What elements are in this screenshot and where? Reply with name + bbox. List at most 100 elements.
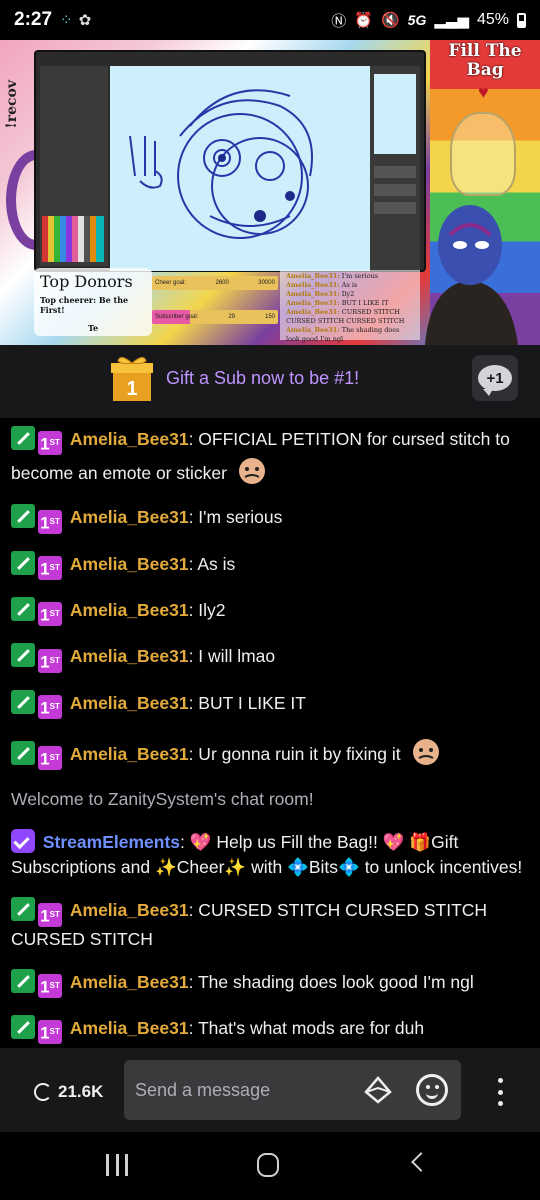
gift-sub-text[interactable]: Gift a Sub now to be #1! <box>166 368 359 389</box>
sword-badge-icon[interactable] <box>11 689 35 714</box>
emote-picker-icon[interactable] <box>416 1074 448 1106</box>
sword-badge-icon[interactable] <box>11 426 35 450</box>
overlay-line: Amelia_Bee31: As is <box>286 281 358 289</box>
message-box[interactable] <box>124 1060 461 1120</box>
gift-sub-banner[interactable]: 1 Gift a Sub now to be #1! +1 <box>0 345 540 418</box>
color-palette <box>42 216 104 262</box>
stream-video[interactable]: !recov Fill The Bag ♥ Top Donors Top che… <box>0 40 540 345</box>
verified-bot-badge-icon[interactable] <box>11 829 35 854</box>
sword-badge-icon[interactable] <box>11 597 35 622</box>
goal-label: Subscriber goal: <box>155 314 199 320</box>
gift-box-icon: 1 <box>111 357 153 401</box>
first-badge-icon[interactable]: 1ST <box>38 746 62 771</box>
first-badge-icon[interactable]: 1ST <box>38 648 62 673</box>
chat-input-bar: 21.6K <box>0 1048 540 1132</box>
first-badge-icon[interactable]: 1ST <box>38 431 62 456</box>
more-options-icon[interactable] <box>494 1078 506 1106</box>
first-badge-icon[interactable]: 1ST <box>38 602 62 627</box>
chat-username[interactable]: Amelia_Bee31 <box>70 1018 189 1038</box>
side-text: !recov <box>4 80 20 129</box>
chat-message-bot[interactable]: StreamElements: 💖 Help us Fill the Bag!!… <box>11 829 529 880</box>
bot-text-part3: to unlock incentives! <box>359 857 523 878</box>
chat-username[interactable]: Amelia_Bee31 <box>70 429 189 449</box>
viewer-count-text: 21.6K <box>58 1082 104 1101</box>
chat-welcome-message: Welcome to ZanitySystem's chat room! <box>11 789 314 810</box>
bag-icon <box>450 112 516 196</box>
sword-badge-icon[interactable] <box>11 897 35 922</box>
goal-target: 30000 <box>258 280 275 286</box>
bald-face-emote-icon[interactable] <box>410 736 442 768</box>
sword-badge-icon[interactable] <box>11 741 35 766</box>
chat-message[interactable]: 1ST Amelia_Bee31: I'm serious <box>11 504 529 534</box>
bits-icon[interactable] <box>364 1076 392 1104</box>
chat-message[interactable]: 1ST Amelia_Bee31: Ur gonna ruin it by fi… <box>11 736 529 771</box>
first-badge-icon[interactable]: 1ST <box>38 556 62 581</box>
gift-rank: 1 <box>126 378 137 400</box>
sword-badge-icon[interactable] <box>11 1015 35 1040</box>
chat-username[interactable]: Amelia_Bee31 <box>70 900 189 920</box>
layer-row <box>374 166 416 178</box>
sword-badge-icon[interactable] <box>11 504 35 529</box>
chat-message[interactable]: 1ST Amelia_Bee31: That's what mods are f… <box>11 1015 529 1045</box>
layer-thumbnail <box>374 74 416 154</box>
first-badge-icon[interactable]: 1ST <box>38 902 62 927</box>
chat-message[interactable]: 1ST Amelia_Bee31: Ily2 <box>11 597 529 627</box>
chat-text: : I will lmao <box>188 646 276 667</box>
chat-username[interactable]: Amelia_Bee31 <box>70 972 189 992</box>
chat-text: : BUT I LIKE IT <box>188 692 306 713</box>
first-badge-icon[interactable]: 1ST <box>38 974 62 999</box>
top-donors-panel: Top Donors Top cheerer: Be the First! Te <box>34 268 152 336</box>
goal-target: 150 <box>264 314 275 320</box>
chat-username[interactable]: Amelia_Bee31 <box>70 600 189 620</box>
sparkle-icon: ⁘ <box>60 12 73 29</box>
bald-face-emote-icon[interactable] <box>236 455 268 487</box>
battery-icon <box>517 12 526 28</box>
home-icon[interactable] <box>257 1153 279 1177</box>
plus-one-icon: +1 <box>478 365 512 396</box>
chat-text: : Ur gonna ruin it by fixing it <box>188 744 401 765</box>
chat-username[interactable]: Amelia_Bee31 <box>70 507 189 527</box>
chat-message[interactable]: 1ST Amelia_Bee31: I will lmao <box>11 643 529 673</box>
top-donors-title: Top Donors <box>40 272 133 291</box>
stream-chat-overlay: Amelia_Bee31: I'm serious Amelia_Bee31: … <box>280 270 420 343</box>
cheer-goal-bar: Cheer goal: 2600 30000 <box>152 276 278 290</box>
sketch-drawing <box>129 89 313 239</box>
first-badge-icon[interactable]: 1ST <box>38 695 62 720</box>
chat-message[interactable]: 1ST Amelia_Bee31: As is <box>11 550 529 581</box>
top-cheerer-text: Top cheerer: Be the First! <box>40 295 129 315</box>
chat-text: : As is <box>188 553 236 574</box>
goal-current: 29 <box>228 314 236 320</box>
subscriber-goal-bar: Subscriber goal: 29 150 <box>152 310 278 324</box>
overlay-line: Amelia_Bee31: Ily2 <box>286 290 355 298</box>
nfc-icon: Ⓝ <box>331 12 347 30</box>
sword-badge-icon[interactable] <box>11 550 35 575</box>
sword-badge-icon[interactable] <box>11 643 35 668</box>
network-type: 5G <box>407 12 427 28</box>
chat-username[interactable]: Amelia_Bee31 <box>70 693 189 713</box>
status-bar: 2:27 ⁘ ✿ Ⓝ ⏰ 🔇 5G ▂▃▅ 45% <box>0 0 540 40</box>
send-message-input[interactable] <box>124 1060 364 1120</box>
sword-badge-icon[interactable] <box>11 968 35 993</box>
chat-username[interactable]: Amelia_Bee31 <box>70 554 189 574</box>
chat-message[interactable]: 1ST Amelia_Bee31: BUT I LIKE IT <box>11 689 529 720</box>
viewer-count[interactable]: 21.6K <box>34 1082 103 1102</box>
recent-apps-icon[interactable] <box>106 1154 128 1176</box>
system-nav-bar <box>0 1132 540 1200</box>
chat-message[interactable]: 1ST Amelia_Bee31: The shading does look … <box>11 968 529 999</box>
plus-one-button[interactable]: +1 <box>472 355 518 401</box>
battery-percent: 45% <box>476 11 509 28</box>
heart-icon: ♥ <box>478 82 489 102</box>
overlay-line: Amelia_Bee31: The shading does look good… <box>286 326 400 343</box>
chat-username[interactable]: Amelia_Bee31 <box>70 744 189 764</box>
streamer-avatar <box>425 205 518 345</box>
first-badge-icon[interactable]: 1ST <box>38 1020 62 1045</box>
fill-the-bag-title: Fill The Bag <box>448 41 522 80</box>
back-icon[interactable] <box>411 1152 431 1172</box>
first-badge-icon[interactable]: 1ST <box>38 509 62 534</box>
chat-username[interactable]: Amelia_Bee31 <box>70 646 189 666</box>
chat-message[interactable]: 1ST Amelia_Bee31: CURSED STITCH CURSED S… <box>11 897 529 951</box>
bot-username[interactable]: StreamElements <box>43 832 180 852</box>
chat-message[interactable]: 1ST Amelia_Bee31: OFFICIAL PETITION for … <box>11 426 529 487</box>
chat-list[interactable]: 1ST Amelia_Bee31: OFFICIAL PETITION for … <box>0 418 540 1056</box>
goals-panel: Cheer goal: 2600 30000 Subscriber goal: … <box>152 276 278 332</box>
